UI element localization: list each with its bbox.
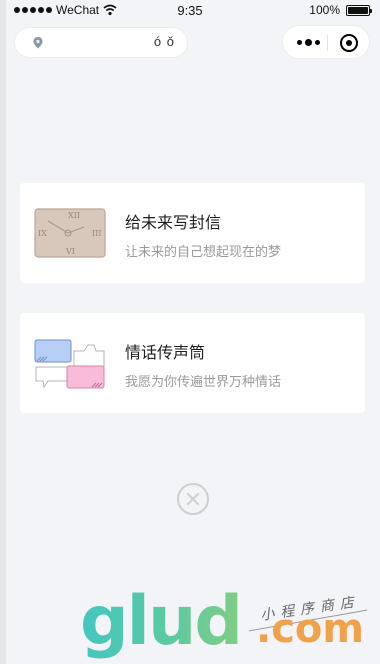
card-subtitle: 我愿为你传遍世界万种情话 <box>125 374 282 389</box>
close-circle-icon[interactable] <box>177 483 209 515</box>
card-title: 情话传声筒 <box>125 345 206 362</box>
svg-text:XII: XII <box>68 211 80 220</box>
pill-glyph: ó ǒ <box>153 34 175 49</box>
mini-program-capsule <box>282 25 370 59</box>
card-love-messenger[interactable]: 情话传声筒 我愿为你传遍世界万种情话 <box>20 313 365 413</box>
location-pill[interactable]: ó ǒ <box>14 27 188 58</box>
svg-text:VI: VI <box>65 247 75 256</box>
watermark-brand: glud <box>80 582 243 661</box>
status-bar: WeChat 9:35 100% <box>0 0 380 20</box>
battery-icon <box>346 4 372 16</box>
watermark-logo: glud 小程序商店 .com <box>80 582 380 664</box>
capsule-divider <box>327 35 328 51</box>
card-title: 给未来写封信 <box>125 215 222 232</box>
card-subtitle: 让未来的自己想起现在的梦 <box>125 244 282 259</box>
chat-bubbles-icon <box>34 339 105 389</box>
status-right: 100% <box>309 3 372 17</box>
watermark-domain: .com <box>256 606 365 652</box>
close-program-icon[interactable] <box>340 34 358 52</box>
svg-text:IX: IX <box>38 229 47 238</box>
clock-icon: XII IX III VI <box>34 208 106 258</box>
card-future-letter[interactable]: XII IX III VI 给未来写封信 让未来的自己想起现在的梦 <box>20 183 365 283</box>
pin-icon <box>33 37 43 49</box>
svg-text:III: III <box>92 229 101 238</box>
more-icon[interactable] <box>297 39 320 46</box>
left-edge-shadow <box>0 0 6 664</box>
battery-percent: 100% <box>309 3 340 17</box>
